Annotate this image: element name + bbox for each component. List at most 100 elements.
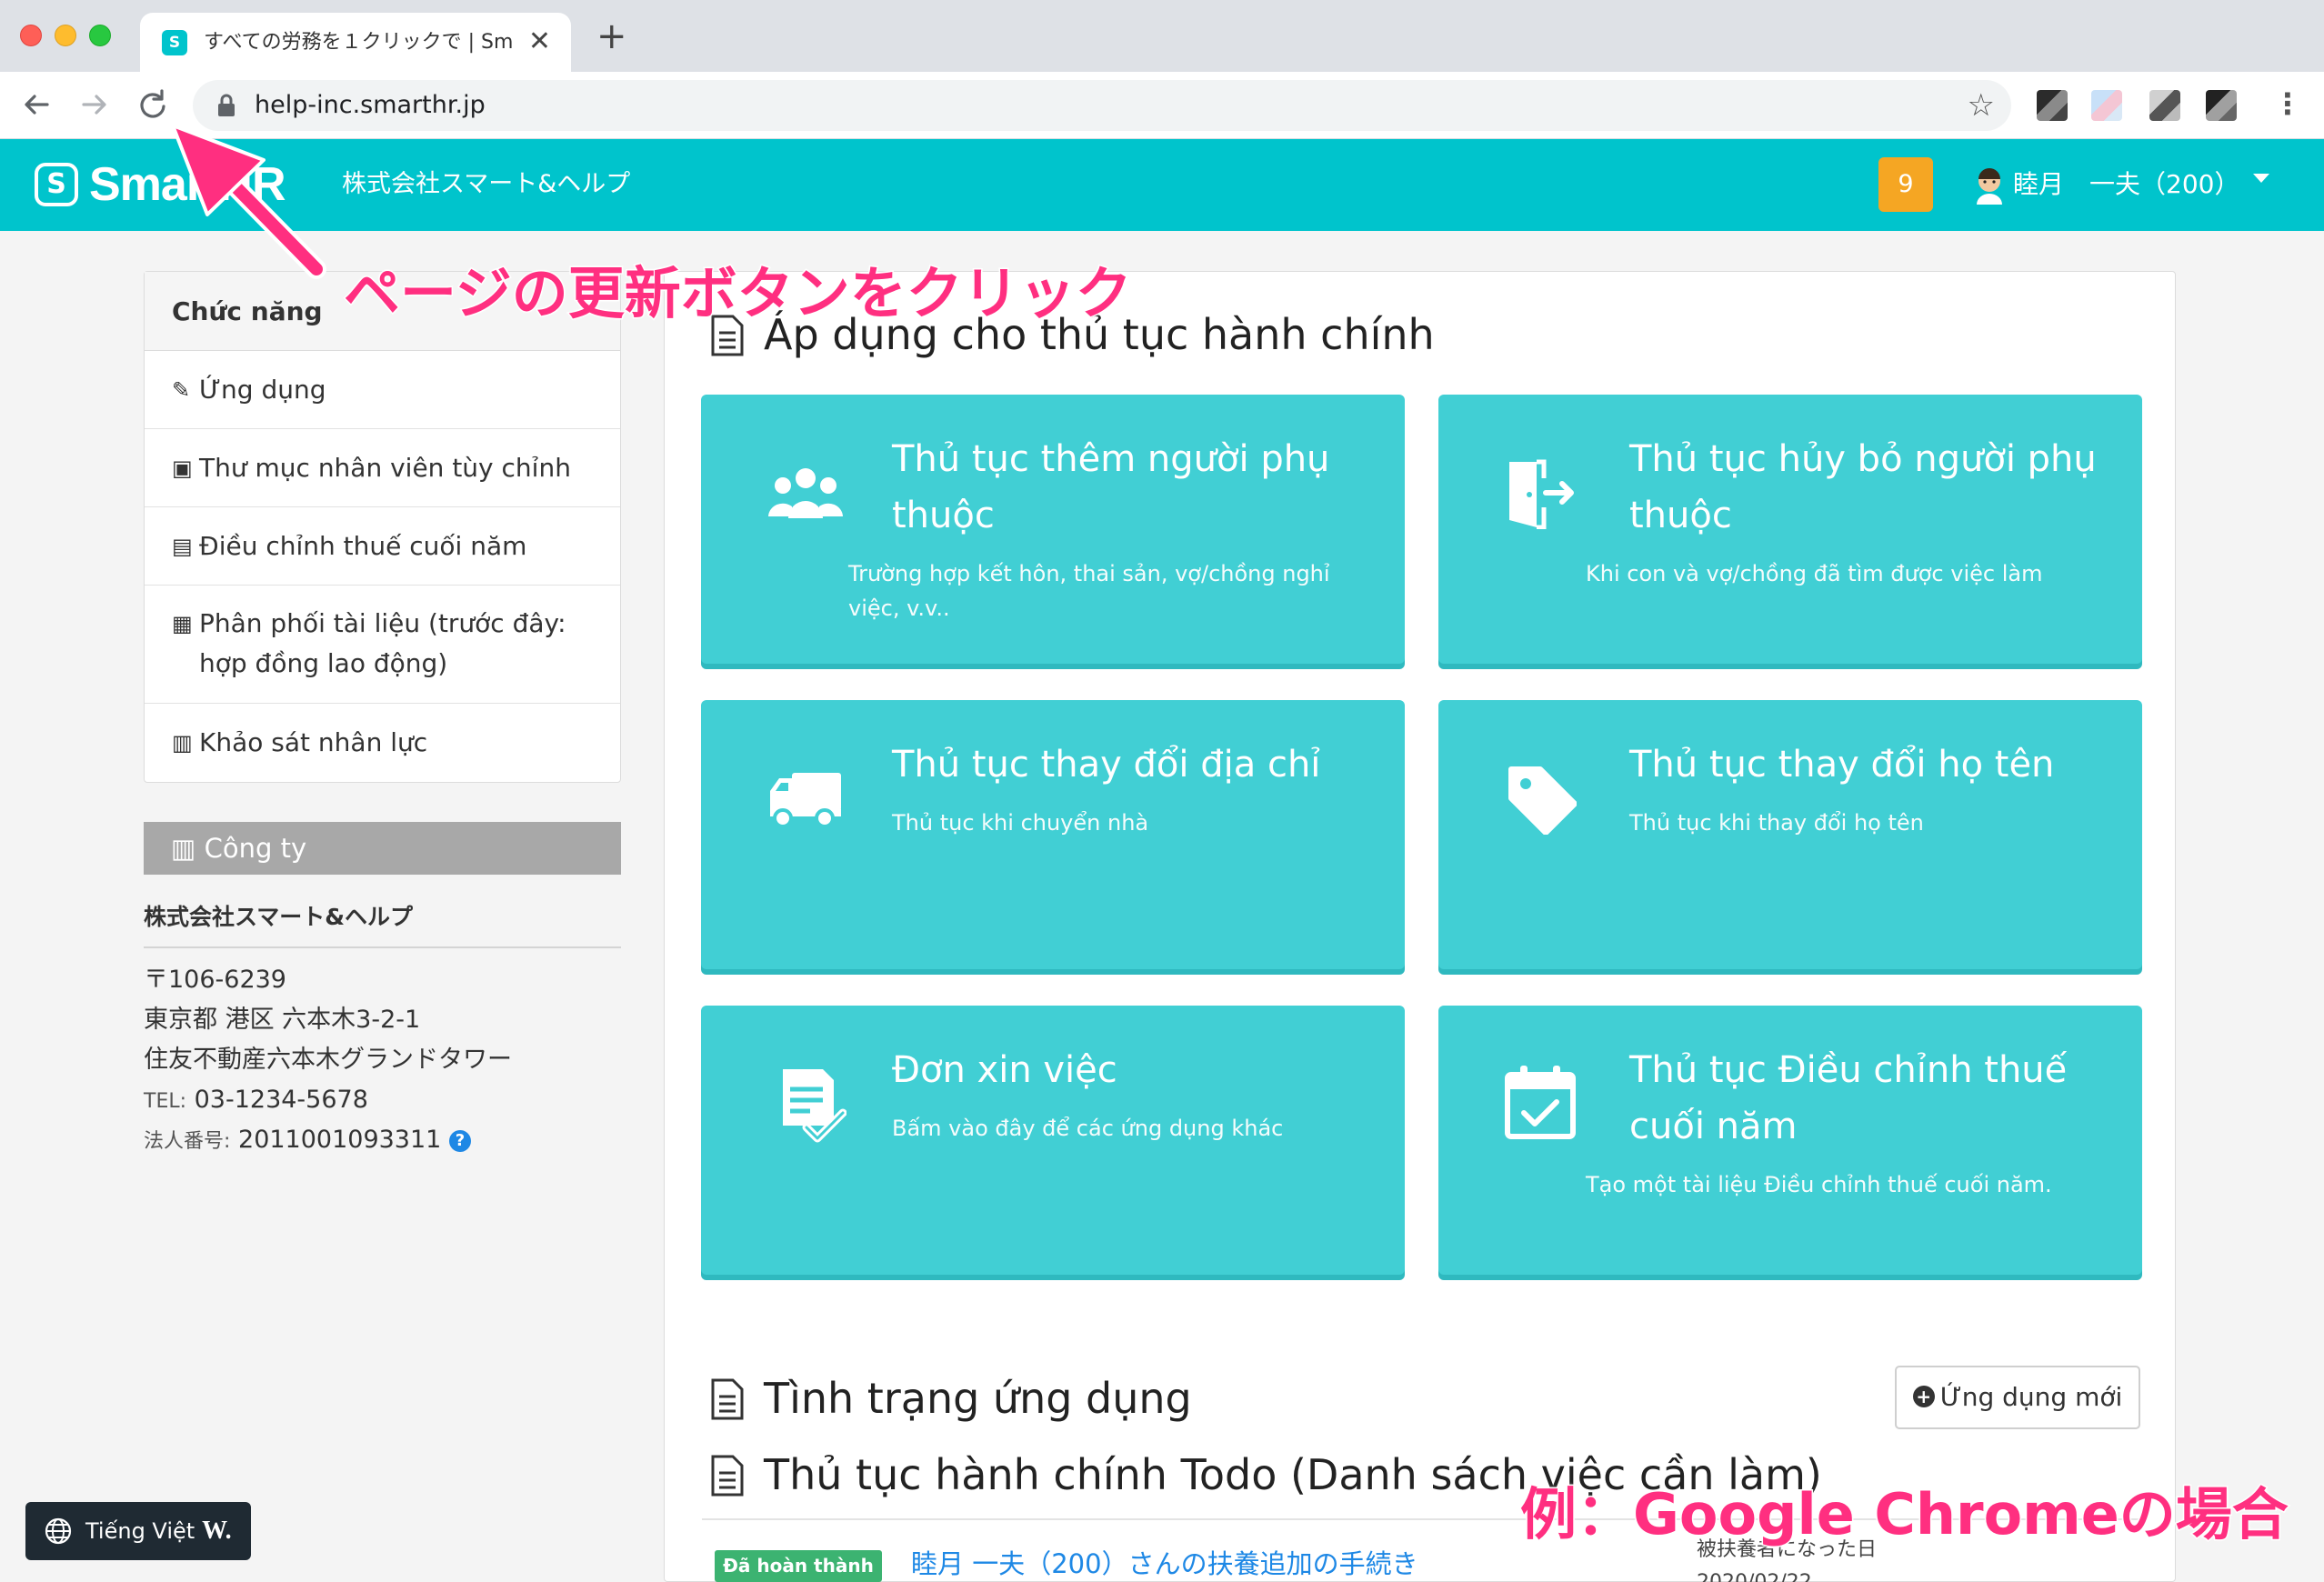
clipboard-icon: ▥	[172, 730, 193, 756]
arrow-right-icon	[82, 95, 106, 115]
card-title: Thủ tục thay đổi họ tên	[1629, 744, 2055, 786]
corp-no: 2011001093311	[238, 1126, 442, 1154]
back-button[interactable]	[15, 83, 58, 126]
arrow-left-icon	[25, 95, 49, 115]
corp-no-label: 法人番号:	[144, 1130, 231, 1153]
new-application-button[interactable]: + Ứng dụng mới	[1895, 1366, 2140, 1429]
todo-item-link[interactable]: 睦月 一夫（200）さんの扶養追加の手続き	[911, 1546, 1418, 1582]
sidebar-item-applications[interactable]: ✎ Ứng dụng	[145, 351, 620, 429]
close-window-button[interactable]	[20, 25, 42, 46]
corporate-number-row: 法人番号: 2011001093311 ?	[144, 1122, 471, 1160]
card-desc: Thủ tục khi chuyển nhà	[892, 810, 1149, 836]
tel-label: TEL:	[144, 1090, 187, 1113]
extension-icon[interactable]	[2091, 90, 2122, 121]
card-desc: Khi con và vợ/chồng đã tìm được việc làm	[1586, 561, 2043, 586]
card-desc: Thủ tục khi thay đổi họ tên	[1629, 810, 1924, 836]
application-status-title: Tình trạng ứng dụng	[764, 1374, 1192, 1423]
building-icon: ▥	[171, 833, 205, 864]
truck-icon	[770, 773, 841, 828]
browser-tab-strip: S すべての労務を１クリックで | SmartHR ✕ +	[0, 0, 2324, 72]
address-bar[interactable]: help-inc.smarthr.jp ☆	[193, 80, 2011, 131]
smarthr-favicon-icon: S	[162, 30, 187, 55]
postal-code: 〒106-6239	[144, 966, 286, 994]
annotation-browser-note: 例：Google Chromeの場合	[1519, 1480, 2290, 1549]
sidebar-item-label: Phân phối tài liệu (trước đây: hợp đồng …	[199, 608, 566, 678]
extension-icon[interactable]	[2037, 90, 2068, 121]
url-text: help-inc.smarthr.jp	[255, 91, 486, 119]
smarthr-logo-icon[interactable]: S	[35, 163, 78, 206]
id-card-icon: ▣	[172, 456, 193, 481]
phone-row: TEL: 03-1234-5678	[144, 1082, 368, 1120]
company-section-header: ▥ Công ty	[144, 822, 621, 875]
tag-icon	[1508, 766, 1577, 835]
company-section-label: Công ty	[204, 833, 307, 864]
notification-badge[interactable]: 9	[1878, 157, 1933, 212]
card-job-application[interactable]: Đơn xin việc Bấm vào đây để các ứng dụng…	[701, 1006, 1405, 1275]
new-tab-button[interactable]: +	[596, 18, 627, 55]
card-desc: Bấm vào đây để các ứng dụng khác	[892, 1116, 1284, 1141]
card-title: Thủ tục Điều chỉnh thuế cuối năm	[1629, 1049, 2068, 1147]
calendar-check-icon	[1505, 1066, 1576, 1139]
inbox-icon: ▦	[172, 611, 193, 636]
language-switcher[interactable]: Tiếng Việt W.	[25, 1502, 251, 1560]
lock-icon	[218, 94, 235, 116]
sidebar-item-label: Ứng dụng	[199, 375, 326, 405]
company-name: 株式会社スマート&ヘルプ	[144, 903, 621, 948]
close-tab-icon[interactable]: ✕	[528, 26, 551, 57]
application-icon: ✎	[172, 377, 191, 403]
sidebar-item-hr-survey[interactable]: ▥ Khảo sát nhân lực	[145, 704, 620, 782]
weglot-logo: W.	[202, 1517, 232, 1545]
annotation-refresh-hint: ページの更新ボタンをクリック	[343, 259, 1134, 328]
sidebar-item-employee-directory[interactable]: ▣ Thư mục nhân viên tùy chỉnh	[145, 429, 620, 507]
card-year-end-tax[interactable]: Thủ tục Điều chỉnh thuế cuối năm Tạo một…	[1438, 1006, 2142, 1275]
card-title: Thủ tục thay đổi địa chỉ	[892, 744, 1321, 786]
new-application-label: Ứng dụng mới	[1939, 1382, 2123, 1412]
card-desc: Tạo một tài liệu Điều chỉnh thuế cuối nă…	[1586, 1172, 2052, 1197]
avatar[interactable]	[1971, 165, 2008, 205]
sidebar-item-document-distribution[interactable]: ▦ Phân phối tài liệu (trước đây: hợp đồn…	[145, 586, 620, 704]
maximize-window-button[interactable]	[89, 25, 111, 46]
card-add-dependent[interactable]: Thủ tục thêm người phụ thuộc Trường hợp …	[701, 395, 1405, 664]
address-line-2: 住友不動産六本木グランドタワー	[144, 1046, 512, 1074]
status-badge: Đã hoàn thành	[715, 1550, 882, 1582]
help-icon[interactable]: ?	[448, 1130, 471, 1152]
app-header: S SmartHR 株式会社スマート&ヘルプ 9 睦月 一夫（200）	[0, 139, 2324, 231]
sidebar-item-label: Khảo sát nhân lực	[199, 727, 428, 757]
sidebar-item-label: Điều chỉnh thuế cuối năm	[199, 531, 527, 561]
header-company-name: 株式会社スマート&ヘルプ	[342, 170, 631, 198]
tab-title: すべての労務を１クリックで | SmartHR	[204, 31, 513, 54]
card-desc: Trường hợp kết hôn, thai sản, vợ/chồng n…	[848, 561, 1330, 621]
extension-icon[interactable]	[2149, 90, 2180, 121]
tel-number: 03-1234-5678	[194, 1086, 368, 1114]
reload-icon	[140, 89, 165, 118]
sidebar-item-year-end-tax[interactable]: ▤ Điều chỉnh thuế cuối năm	[145, 507, 620, 586]
document-icon	[711, 1378, 744, 1420]
language-label: Tiếng Việt	[85, 1518, 195, 1544]
forward-button[interactable]	[73, 83, 116, 126]
sidebar-item-label: Thư mục nhân viên tùy chỉnh	[199, 453, 571, 483]
function-menu: Chức năng ✎ Ứng dụng ▣ Thư mục nhân viên…	[144, 271, 621, 783]
bookmark-star-icon[interactable]: ☆	[1968, 89, 1995, 122]
door-exit-icon	[1509, 459, 1574, 529]
plus-circle-icon: +	[1912, 1386, 1935, 1407]
reload-button[interactable]	[131, 83, 175, 126]
browser-menu-icon[interactable]: ⋮	[2273, 85, 2302, 122]
extension-icon[interactable]	[2206, 90, 2237, 121]
user-menu-caret-icon[interactable]	[2253, 174, 2269, 183]
logo-text[interactable]: SmartHR	[89, 157, 285, 212]
document-check-icon	[783, 1069, 846, 1143]
user-name[interactable]: 睦月 一夫（200）	[2013, 166, 2239, 203]
card-change-address[interactable]: Thủ tục thay đổi địa chỉ Thủ tục khi chu…	[701, 700, 1405, 969]
card-remove-dependent[interactable]: Thủ tục hủy bỏ người phụ thuộc Khi con v…	[1438, 395, 2142, 664]
minimize-window-button[interactable]	[55, 25, 76, 46]
calendar-check-icon: ▤	[172, 534, 193, 559]
browser-tab[interactable]: S すべての労務を１クリックで | SmartHR ✕	[140, 13, 571, 72]
card-title: Đơn xin việc	[892, 1049, 1117, 1091]
address-line-1: 東京都 港区 六本木3-2-1	[144, 1006, 421, 1034]
card-title: Thủ tục hủy bỏ người phụ thuộc	[1629, 438, 2097, 536]
card-change-name[interactable]: Thủ tục thay đổi họ tên Thủ tục khi thay…	[1438, 700, 2142, 969]
card-title: Thủ tục thêm người phụ thuộc	[892, 438, 1330, 536]
todo-date: 2020/02/22	[1697, 1569, 1812, 1582]
document-icon	[711, 1455, 744, 1497]
browser-toolbar: help-inc.smarthr.jp ☆ ⋮	[0, 72, 2324, 139]
